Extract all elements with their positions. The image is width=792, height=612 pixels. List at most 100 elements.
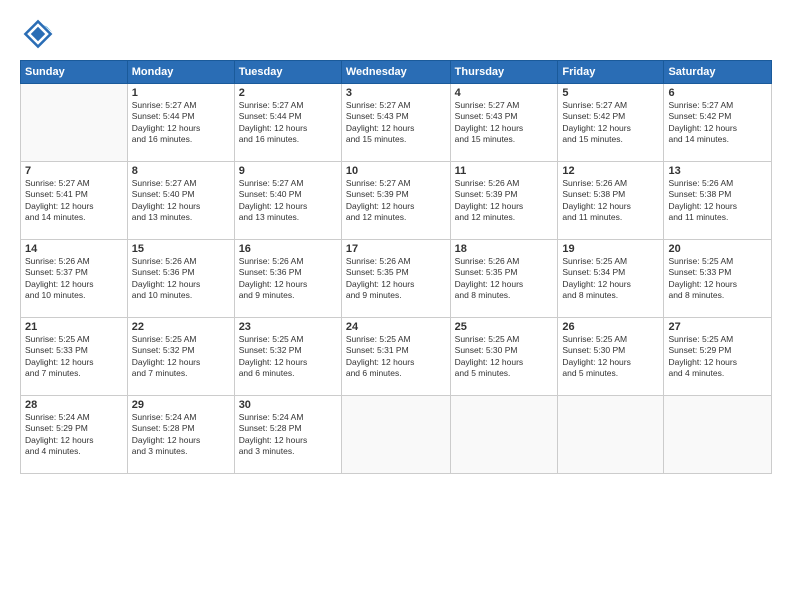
- page: SundayMondayTuesdayWednesdayThursdayFrid…: [0, 0, 792, 612]
- day-number: 2: [239, 87, 337, 99]
- calendar-cell: 30Sunrise: 5:24 AM Sunset: 5:28 PM Dayli…: [234, 396, 341, 474]
- day-info: Sunrise: 5:25 AM Sunset: 5:33 PM Dayligh…: [25, 334, 123, 380]
- day-info: Sunrise: 5:24 AM Sunset: 5:28 PM Dayligh…: [239, 412, 337, 458]
- day-number: 12: [562, 165, 659, 177]
- calendar-cell: 24Sunrise: 5:25 AM Sunset: 5:31 PM Dayli…: [341, 318, 450, 396]
- calendar-cell: 4Sunrise: 5:27 AM Sunset: 5:43 PM Daylig…: [450, 84, 558, 162]
- day-info: Sunrise: 5:27 AM Sunset: 5:43 PM Dayligh…: [455, 100, 554, 146]
- day-info: Sunrise: 5:25 AM Sunset: 5:32 PM Dayligh…: [132, 334, 230, 380]
- day-info: Sunrise: 5:27 AM Sunset: 5:43 PM Dayligh…: [346, 100, 446, 146]
- calendar-cell: 3Sunrise: 5:27 AM Sunset: 5:43 PM Daylig…: [341, 84, 450, 162]
- calendar-week: 7Sunrise: 5:27 AM Sunset: 5:41 PM Daylig…: [21, 162, 772, 240]
- day-number: 15: [132, 243, 230, 255]
- calendar-cell: 6Sunrise: 5:27 AM Sunset: 5:42 PM Daylig…: [664, 84, 772, 162]
- calendar-week: 28Sunrise: 5:24 AM Sunset: 5:29 PM Dayli…: [21, 396, 772, 474]
- calendar-cell: 15Sunrise: 5:26 AM Sunset: 5:36 PM Dayli…: [127, 240, 234, 318]
- day-number: 22: [132, 321, 230, 333]
- day-info: Sunrise: 5:27 AM Sunset: 5:42 PM Dayligh…: [562, 100, 659, 146]
- calendar-header: SundayMondayTuesdayWednesdayThursdayFrid…: [21, 61, 772, 84]
- day-info: Sunrise: 5:26 AM Sunset: 5:35 PM Dayligh…: [455, 256, 554, 302]
- calendar-cell: 14Sunrise: 5:26 AM Sunset: 5:37 PM Dayli…: [21, 240, 128, 318]
- calendar-cell: 26Sunrise: 5:25 AM Sunset: 5:30 PM Dayli…: [558, 318, 664, 396]
- day-info: Sunrise: 5:25 AM Sunset: 5:31 PM Dayligh…: [346, 334, 446, 380]
- day-number: 24: [346, 321, 446, 333]
- calendar-cell: 12Sunrise: 5:26 AM Sunset: 5:38 PM Dayli…: [558, 162, 664, 240]
- day-number: 16: [239, 243, 337, 255]
- day-info: Sunrise: 5:25 AM Sunset: 5:30 PM Dayligh…: [455, 334, 554, 380]
- calendar-cell: [558, 396, 664, 474]
- day-number: 27: [668, 321, 767, 333]
- day-number: 1: [132, 87, 230, 99]
- day-number: 9: [239, 165, 337, 177]
- calendar-cell: 28Sunrise: 5:24 AM Sunset: 5:29 PM Dayli…: [21, 396, 128, 474]
- day-number: 23: [239, 321, 337, 333]
- day-number: 18: [455, 243, 554, 255]
- calendar-cell: 25Sunrise: 5:25 AM Sunset: 5:30 PM Dayli…: [450, 318, 558, 396]
- day-number: 14: [25, 243, 123, 255]
- day-number: 3: [346, 87, 446, 99]
- day-info: Sunrise: 5:27 AM Sunset: 5:40 PM Dayligh…: [132, 178, 230, 224]
- day-info: Sunrise: 5:27 AM Sunset: 5:44 PM Dayligh…: [132, 100, 230, 146]
- day-number: 30: [239, 399, 337, 411]
- calendar-cell: 29Sunrise: 5:24 AM Sunset: 5:28 PM Dayli…: [127, 396, 234, 474]
- calendar-cell: [341, 396, 450, 474]
- day-number: 7: [25, 165, 123, 177]
- calendar-cell: 20Sunrise: 5:25 AM Sunset: 5:33 PM Dayli…: [664, 240, 772, 318]
- day-number: 25: [455, 321, 554, 333]
- calendar-cell: 21Sunrise: 5:25 AM Sunset: 5:33 PM Dayli…: [21, 318, 128, 396]
- day-number: 13: [668, 165, 767, 177]
- logo: [20, 16, 60, 52]
- day-info: Sunrise: 5:25 AM Sunset: 5:32 PM Dayligh…: [239, 334, 337, 380]
- day-info: Sunrise: 5:26 AM Sunset: 5:38 PM Dayligh…: [562, 178, 659, 224]
- day-info: Sunrise: 5:27 AM Sunset: 5:39 PM Dayligh…: [346, 178, 446, 224]
- day-info: Sunrise: 5:26 AM Sunset: 5:35 PM Dayligh…: [346, 256, 446, 302]
- weekday-header: Sunday: [21, 61, 128, 84]
- day-number: 17: [346, 243, 446, 255]
- weekday-header: Friday: [558, 61, 664, 84]
- header: [20, 16, 772, 52]
- calendar-cell: 27Sunrise: 5:25 AM Sunset: 5:29 PM Dayli…: [664, 318, 772, 396]
- calendar-week: 14Sunrise: 5:26 AM Sunset: 5:37 PM Dayli…: [21, 240, 772, 318]
- day-number: 26: [562, 321, 659, 333]
- calendar-body: 1Sunrise: 5:27 AM Sunset: 5:44 PM Daylig…: [21, 84, 772, 474]
- calendar-cell: [21, 84, 128, 162]
- day-info: Sunrise: 5:25 AM Sunset: 5:30 PM Dayligh…: [562, 334, 659, 380]
- day-info: Sunrise: 5:24 AM Sunset: 5:29 PM Dayligh…: [25, 412, 123, 458]
- calendar-cell: 2Sunrise: 5:27 AM Sunset: 5:44 PM Daylig…: [234, 84, 341, 162]
- calendar-cell: 23Sunrise: 5:25 AM Sunset: 5:32 PM Dayli…: [234, 318, 341, 396]
- weekday-header: Thursday: [450, 61, 558, 84]
- day-number: 4: [455, 87, 554, 99]
- day-number: 10: [346, 165, 446, 177]
- weekday-header: Monday: [127, 61, 234, 84]
- calendar-cell: 17Sunrise: 5:26 AM Sunset: 5:35 PM Dayli…: [341, 240, 450, 318]
- day-info: Sunrise: 5:27 AM Sunset: 5:44 PM Dayligh…: [239, 100, 337, 146]
- day-info: Sunrise: 5:25 AM Sunset: 5:34 PM Dayligh…: [562, 256, 659, 302]
- weekday-header: Saturday: [664, 61, 772, 84]
- calendar-cell: [450, 396, 558, 474]
- day-number: 5: [562, 87, 659, 99]
- day-number: 28: [25, 399, 123, 411]
- calendar-cell: 9Sunrise: 5:27 AM Sunset: 5:40 PM Daylig…: [234, 162, 341, 240]
- weekday-header: Tuesday: [234, 61, 341, 84]
- day-info: Sunrise: 5:26 AM Sunset: 5:38 PM Dayligh…: [668, 178, 767, 224]
- logo-icon: [20, 16, 56, 52]
- day-number: 20: [668, 243, 767, 255]
- day-info: Sunrise: 5:24 AM Sunset: 5:28 PM Dayligh…: [132, 412, 230, 458]
- day-number: 6: [668, 87, 767, 99]
- calendar-cell: 7Sunrise: 5:27 AM Sunset: 5:41 PM Daylig…: [21, 162, 128, 240]
- day-info: Sunrise: 5:27 AM Sunset: 5:41 PM Dayligh…: [25, 178, 123, 224]
- calendar-cell: 1Sunrise: 5:27 AM Sunset: 5:44 PM Daylig…: [127, 84, 234, 162]
- day-info: Sunrise: 5:25 AM Sunset: 5:33 PM Dayligh…: [668, 256, 767, 302]
- calendar-cell: 11Sunrise: 5:26 AM Sunset: 5:39 PM Dayli…: [450, 162, 558, 240]
- calendar-cell: 18Sunrise: 5:26 AM Sunset: 5:35 PM Dayli…: [450, 240, 558, 318]
- calendar-cell: 10Sunrise: 5:27 AM Sunset: 5:39 PM Dayli…: [341, 162, 450, 240]
- calendar-cell: 16Sunrise: 5:26 AM Sunset: 5:36 PM Dayli…: [234, 240, 341, 318]
- calendar-cell: 8Sunrise: 5:27 AM Sunset: 5:40 PM Daylig…: [127, 162, 234, 240]
- calendar: SundayMondayTuesdayWednesdayThursdayFrid…: [20, 60, 772, 474]
- calendar-cell: [664, 396, 772, 474]
- day-number: 19: [562, 243, 659, 255]
- day-info: Sunrise: 5:26 AM Sunset: 5:37 PM Dayligh…: [25, 256, 123, 302]
- calendar-cell: 5Sunrise: 5:27 AM Sunset: 5:42 PM Daylig…: [558, 84, 664, 162]
- weekday-row: SundayMondayTuesdayWednesdayThursdayFrid…: [21, 61, 772, 84]
- calendar-week: 1Sunrise: 5:27 AM Sunset: 5:44 PM Daylig…: [21, 84, 772, 162]
